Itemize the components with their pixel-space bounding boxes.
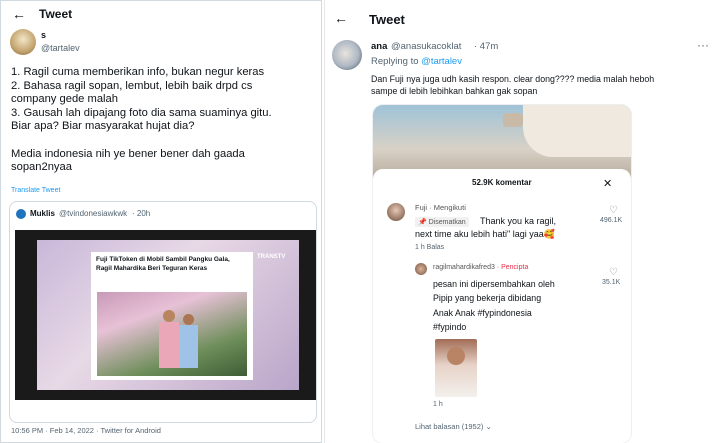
- like-count: 496.1K: [600, 217, 623, 224]
- reply-avatar: [415, 263, 427, 275]
- chevron-down-icon: ⌄: [485, 422, 492, 431]
- back-arrow-icon[interactable]: ←: [334, 10, 348, 26]
- heart-icon[interactable]: ♡: [609, 205, 618, 216]
- comments-sheet: 52.9K komentar ✕ Fuji · Mengikuti 📌 Dise…: [373, 169, 631, 443]
- tweet-time: · 47m: [474, 41, 499, 52]
- replying-to-label: Replying to @tartalev: [371, 56, 462, 67]
- creator-badge: · Pencipta: [494, 264, 529, 271]
- comment-text-line-2: next time aku lebih hati" lagi yaa🥰: [415, 229, 555, 239]
- pinned-label: Disematkan: [428, 219, 466, 226]
- tweet-body: 1. Ragil cuma memberikan info, bukan neg…: [11, 66, 272, 174]
- pinned-badge: 📌 Disematkan: [415, 217, 469, 227]
- avatar[interactable]: [10, 29, 36, 55]
- avatar[interactable]: [332, 40, 362, 70]
- tv-screen: Fuji TikToken di Mobil Sambil Pangku Gal…: [37, 240, 299, 390]
- like-count: 35.1K: [602, 279, 621, 286]
- quote-time: · 20h: [132, 209, 151, 218]
- comment-avatar: [387, 203, 405, 221]
- comment-count: 52.9K komentar: [472, 178, 532, 187]
- quote-author-name: Muklis: [30, 209, 55, 218]
- left-tweet-panel: ← Tweet s @tartalev 1. Ragil cuma member…: [0, 0, 322, 443]
- view-replies-link[interactable]: Lihat balasan (1952) ⌄: [415, 422, 492, 431]
- reply-photo[interactable]: [435, 339, 477, 397]
- news-headline-line-1: Fuji TikToken di Mobil Sambil Pangku Gal…: [96, 256, 230, 263]
- comment-meta[interactable]: 1 h Balas: [415, 244, 444, 251]
- page-title: Tweet: [369, 12, 405, 27]
- quote-avatar: [16, 209, 26, 219]
- author-name[interactable]: ana: [371, 41, 387, 52]
- quote-author-handle: @tvindonesiawkwk: [59, 209, 128, 218]
- reply-text: pesan ini dipersembahkan oleh Pipip yang…: [433, 279, 555, 333]
- comment-author-follow: · Mengikuti: [427, 203, 466, 212]
- replying-to-prefix: Replying to: [371, 56, 422, 67]
- tweet-footer: 10:56 PM · Feb 14, 2022 · Twitter for An…: [11, 426, 161, 435]
- comment-text-line-1: Thank you ka ragil,: [480, 216, 557, 226]
- tv-photo[interactable]: Fuji TikToken di Mobil Sambil Pangku Gal…: [15, 230, 316, 400]
- tweet-body: Dan Fuji nya juga udh kasih respon. clea…: [371, 74, 655, 96]
- heart-icon[interactable]: ♡: [609, 267, 618, 278]
- back-arrow-icon[interactable]: ←: [12, 6, 26, 22]
- reply-meta: 1 h: [433, 401, 443, 408]
- author-handle[interactable]: @anasukacoklat: [391, 41, 461, 52]
- tiktok-screenshot[interactable]: 52.9K komentar ✕ Fuji · Mengikuti 📌 Dise…: [373, 105, 631, 443]
- comment-author-name: Fuji: [415, 203, 428, 212]
- more-options-icon[interactable]: ···: [697, 38, 709, 52]
- car-background: [373, 105, 631, 179]
- comment-author: Fuji · Mengikuti: [415, 203, 466, 212]
- reply-author: ragilmahardikafred3 · Pencipta: [433, 264, 528, 271]
- news-article: Fuji TikToken di Mobil Sambil Pangku Gal…: [91, 252, 253, 380]
- channel-logo: TRANSTV: [257, 254, 286, 260]
- reply-author-name: ragilmahardikafred3: [433, 264, 495, 271]
- quoted-tweet[interactable]: Muklis @tvindonesiawkwk · 20h Fuji TikTo…: [9, 201, 317, 423]
- news-headline-line-2: Ragil Mahardika Beri Teguran Keras: [96, 265, 208, 272]
- view-replies-label: Lihat balasan (1952): [415, 422, 484, 431]
- translate-link[interactable]: Translate Tweet: [11, 187, 60, 194]
- right-tweet-panel: ← Tweet ana @anasukacoklat · 47m ··· Rep…: [324, 0, 720, 443]
- author-handle[interactable]: @tartalev: [41, 43, 80, 53]
- page-title: Tweet: [39, 7, 73, 21]
- news-photo: [97, 292, 247, 376]
- author-name[interactable]: s: [41, 30, 46, 40]
- close-icon[interactable]: ✕: [603, 177, 612, 190]
- replying-to-link[interactable]: @tartalev: [421, 56, 462, 67]
